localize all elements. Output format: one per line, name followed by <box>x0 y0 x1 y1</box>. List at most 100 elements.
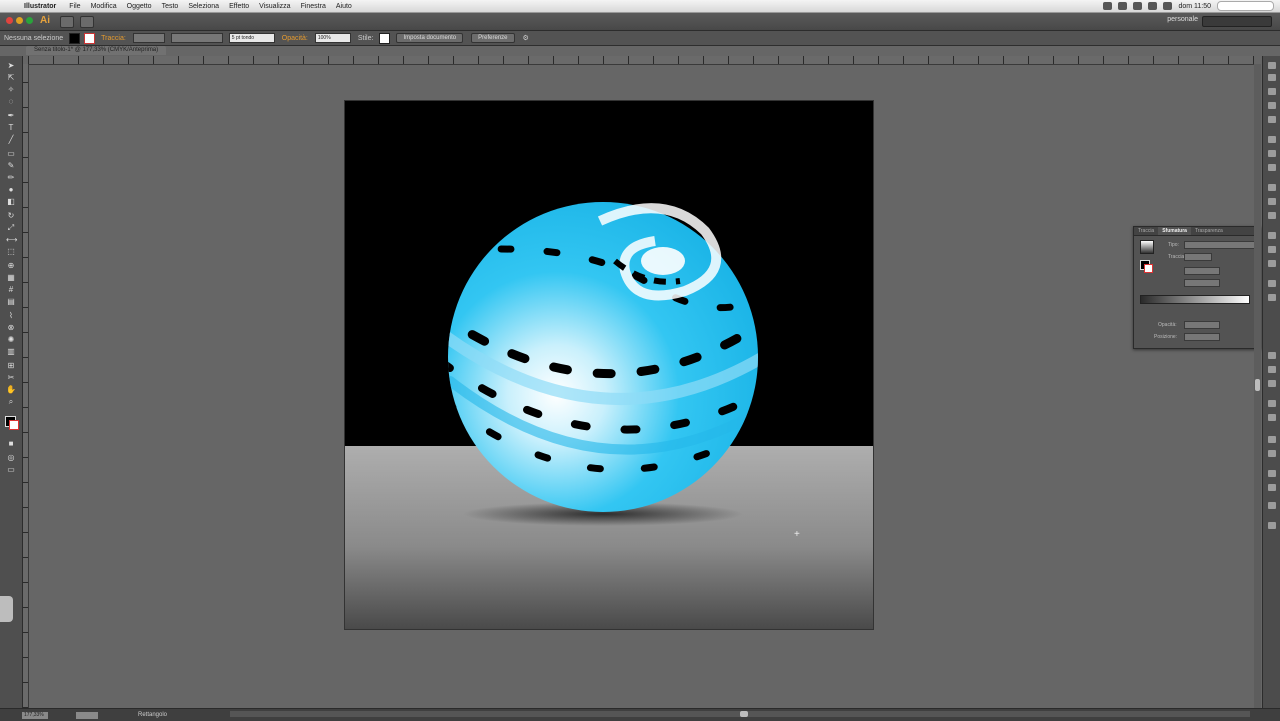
zoom-level-field[interactable]: 177,33% <box>22 711 48 719</box>
lasso-tool-icon[interactable]: ◌ <box>6 98 16 106</box>
color-guide-icon[interactable] <box>1268 74 1276 81</box>
actions-panel-icon[interactable] <box>1268 436 1276 443</box>
horizontal-ruler[interactable] <box>28 56 1254 65</box>
clock[interactable]: dom 11:50 <box>1178 3 1211 10</box>
swatches-icon[interactable] <box>1268 88 1276 95</box>
help-search-input[interactable] <box>1202 16 1272 27</box>
blend-tool-icon[interactable]: ⊗ <box>6 324 16 332</box>
slice-tool-icon[interactable]: ✂ <box>6 374 16 382</box>
tab-stroke[interactable]: Traccia <box>1134 227 1158 235</box>
appearance-icon[interactable] <box>1268 150 1276 157</box>
type-tool-icon[interactable]: T <box>6 124 16 132</box>
gradient-thumbnail[interactable] <box>1140 240 1154 254</box>
column-graph-tool-icon[interactable]: ▥ <box>6 348 16 356</box>
document-info-icon[interactable] <box>1268 502 1276 509</box>
gradient-type-select[interactable] <box>1184 241 1256 249</box>
free-transform-tool-icon[interactable]: ⬚ <box>6 248 16 256</box>
spotlight-search-icon[interactable] <box>1217 1 1274 11</box>
stroke-panel-icon[interactable] <box>1268 184 1276 191</box>
width-tool-icon[interactable]: ⟷ <box>6 236 17 244</box>
menu-testo[interactable]: Testo <box>162 3 179 10</box>
sphere-artwork[interactable] <box>345 101 873 629</box>
hand-tool-icon[interactable]: ✋ <box>6 386 16 394</box>
opentype-panel-icon[interactable] <box>1268 380 1276 387</box>
minimize-window-button[interactable] <box>16 17 23 24</box>
gradient-aspect-field[interactable] <box>1184 279 1220 287</box>
selection-tool-icon[interactable]: ➤ <box>6 62 16 70</box>
display-icon[interactable] <box>1118 2 1128 10</box>
screen-mode-icon[interactable]: ▭ <box>6 466 16 474</box>
color-mode-icon[interactable]: ■ <box>6 440 16 448</box>
navigator-panel-icon[interactable] <box>1268 400 1276 407</box>
blob-brush-tool-icon[interactable]: ● <box>6 186 16 194</box>
menu-seleziona[interactable]: Seleziona <box>188 3 219 10</box>
links-panel-icon[interactable] <box>1268 294 1276 301</box>
attributes-panel-icon[interactable] <box>1268 450 1276 457</box>
horizontal-scrollbar[interactable] <box>230 711 1250 717</box>
document-tab[interactable]: Senza titolo-1* @ 177,33% (CMYK/Anteprim… <box>26 46 167 55</box>
color-panel-icon[interactable] <box>1268 62 1276 69</box>
current-tool-status[interactable]: Rettangolo <box>138 712 167 718</box>
character-panel-icon[interactable] <box>1268 352 1276 359</box>
app-menu[interactable]: Illustrator <box>24 3 56 10</box>
paintbrush-tool-icon[interactable]: ✎ <box>6 162 16 170</box>
perspective-grid-tool-icon[interactable]: ▦ <box>6 274 16 282</box>
magic-wand-panel-icon[interactable] <box>1268 522 1276 529</box>
gradient-slider[interactable] <box>1140 295 1250 304</box>
gradient-angle-field[interactable] <box>1184 267 1220 275</box>
bridge-button[interactable] <box>60 16 74 28</box>
graphic-styles-icon[interactable] <box>1268 136 1276 143</box>
close-window-button[interactable] <box>6 17 13 24</box>
vertical-ruler[interactable] <box>23 64 29 708</box>
artboard-tool-icon[interactable]: ⊞ <box>6 362 16 370</box>
tab-transparency[interactable]: Trasparenza <box>1191 227 1227 235</box>
rotate-tool-icon[interactable]: ↻ <box>6 212 16 220</box>
symbol-sprayer-tool-icon[interactable]: ✺ <box>6 336 16 344</box>
opacity-label[interactable]: Opacità: <box>282 35 308 42</box>
workspace-switcher[interactable]: personale <box>1167 16 1198 23</box>
menu-file[interactable]: File <box>69 3 80 10</box>
stroke-color-icon[interactable] <box>9 420 19 430</box>
gradient-stroke-options[interactable] <box>1184 253 1212 261</box>
transform-panel-icon[interactable] <box>1268 260 1276 267</box>
style-swatch[interactable] <box>379 32 391 44</box>
opacity-field[interactable]: 100% <box>314 33 351 43</box>
artboard[interactable] <box>344 100 874 630</box>
menu-finestra[interactable]: Finestra <box>301 3 326 10</box>
vertical-scroll-thumb[interactable] <box>1255 379 1260 391</box>
align-panel-icon[interactable] <box>1268 232 1276 239</box>
artboard-navigation-field[interactable] <box>76 711 98 719</box>
gradient-opacity-field[interactable] <box>1184 321 1220 329</box>
artboards-panel-icon[interactable] <box>1268 280 1276 287</box>
flattener-preview-icon[interactable] <box>1268 470 1276 477</box>
menu-oggetto[interactable]: Oggetto <box>127 3 152 10</box>
mesh-tool-icon[interactable]: # <box>6 286 16 294</box>
menu-modifica[interactable]: Modifica <box>91 3 117 10</box>
pathfinder-icon[interactable] <box>1268 246 1276 253</box>
menu-aiuto[interactable]: Aiuto <box>336 3 352 10</box>
symbols-icon[interactable] <box>1268 116 1276 123</box>
scale-tool-icon[interactable]: ⤢ <box>6 224 16 232</box>
layers-icon[interactable] <box>1268 164 1276 171</box>
pencil-tool-icon[interactable]: ✏ <box>6 174 16 182</box>
wifi-icon[interactable] <box>1133 2 1143 10</box>
variable-width-field[interactable] <box>170 33 223 43</box>
line-tool-icon[interactable]: ╱ <box>6 136 16 144</box>
brush-field[interactable]: 5 pt tondo <box>228 33 275 43</box>
eraser-tool-icon[interactable]: ◧ <box>6 198 16 206</box>
stroke-weight-field[interactable] <box>132 33 165 43</box>
gradient-panel-icon[interactable] <box>1268 198 1276 205</box>
volume-icon[interactable] <box>1148 2 1158 10</box>
paragraph-panel-icon[interactable] <box>1268 366 1276 373</box>
gradient-stroke-swatch[interactable] <box>1144 264 1153 273</box>
brushes-icon[interactable] <box>1268 102 1276 109</box>
document-setup-button[interactable]: Imposta documento <box>396 33 464 43</box>
rectangle-tool-icon[interactable]: ▭ <box>6 150 16 158</box>
magic-wand-tool-icon[interactable]: ✧ <box>6 86 16 94</box>
info-panel-icon[interactable] <box>1268 414 1276 421</box>
menu-effetto[interactable]: Effetto <box>229 3 249 10</box>
zoom-window-button[interactable] <box>26 17 33 24</box>
vertical-scrollbar[interactable] <box>1254 64 1261 708</box>
shape-builder-tool-icon[interactable]: ⊕ <box>6 262 16 270</box>
drawing-mode-icon[interactable]: ◎ <box>6 454 16 462</box>
